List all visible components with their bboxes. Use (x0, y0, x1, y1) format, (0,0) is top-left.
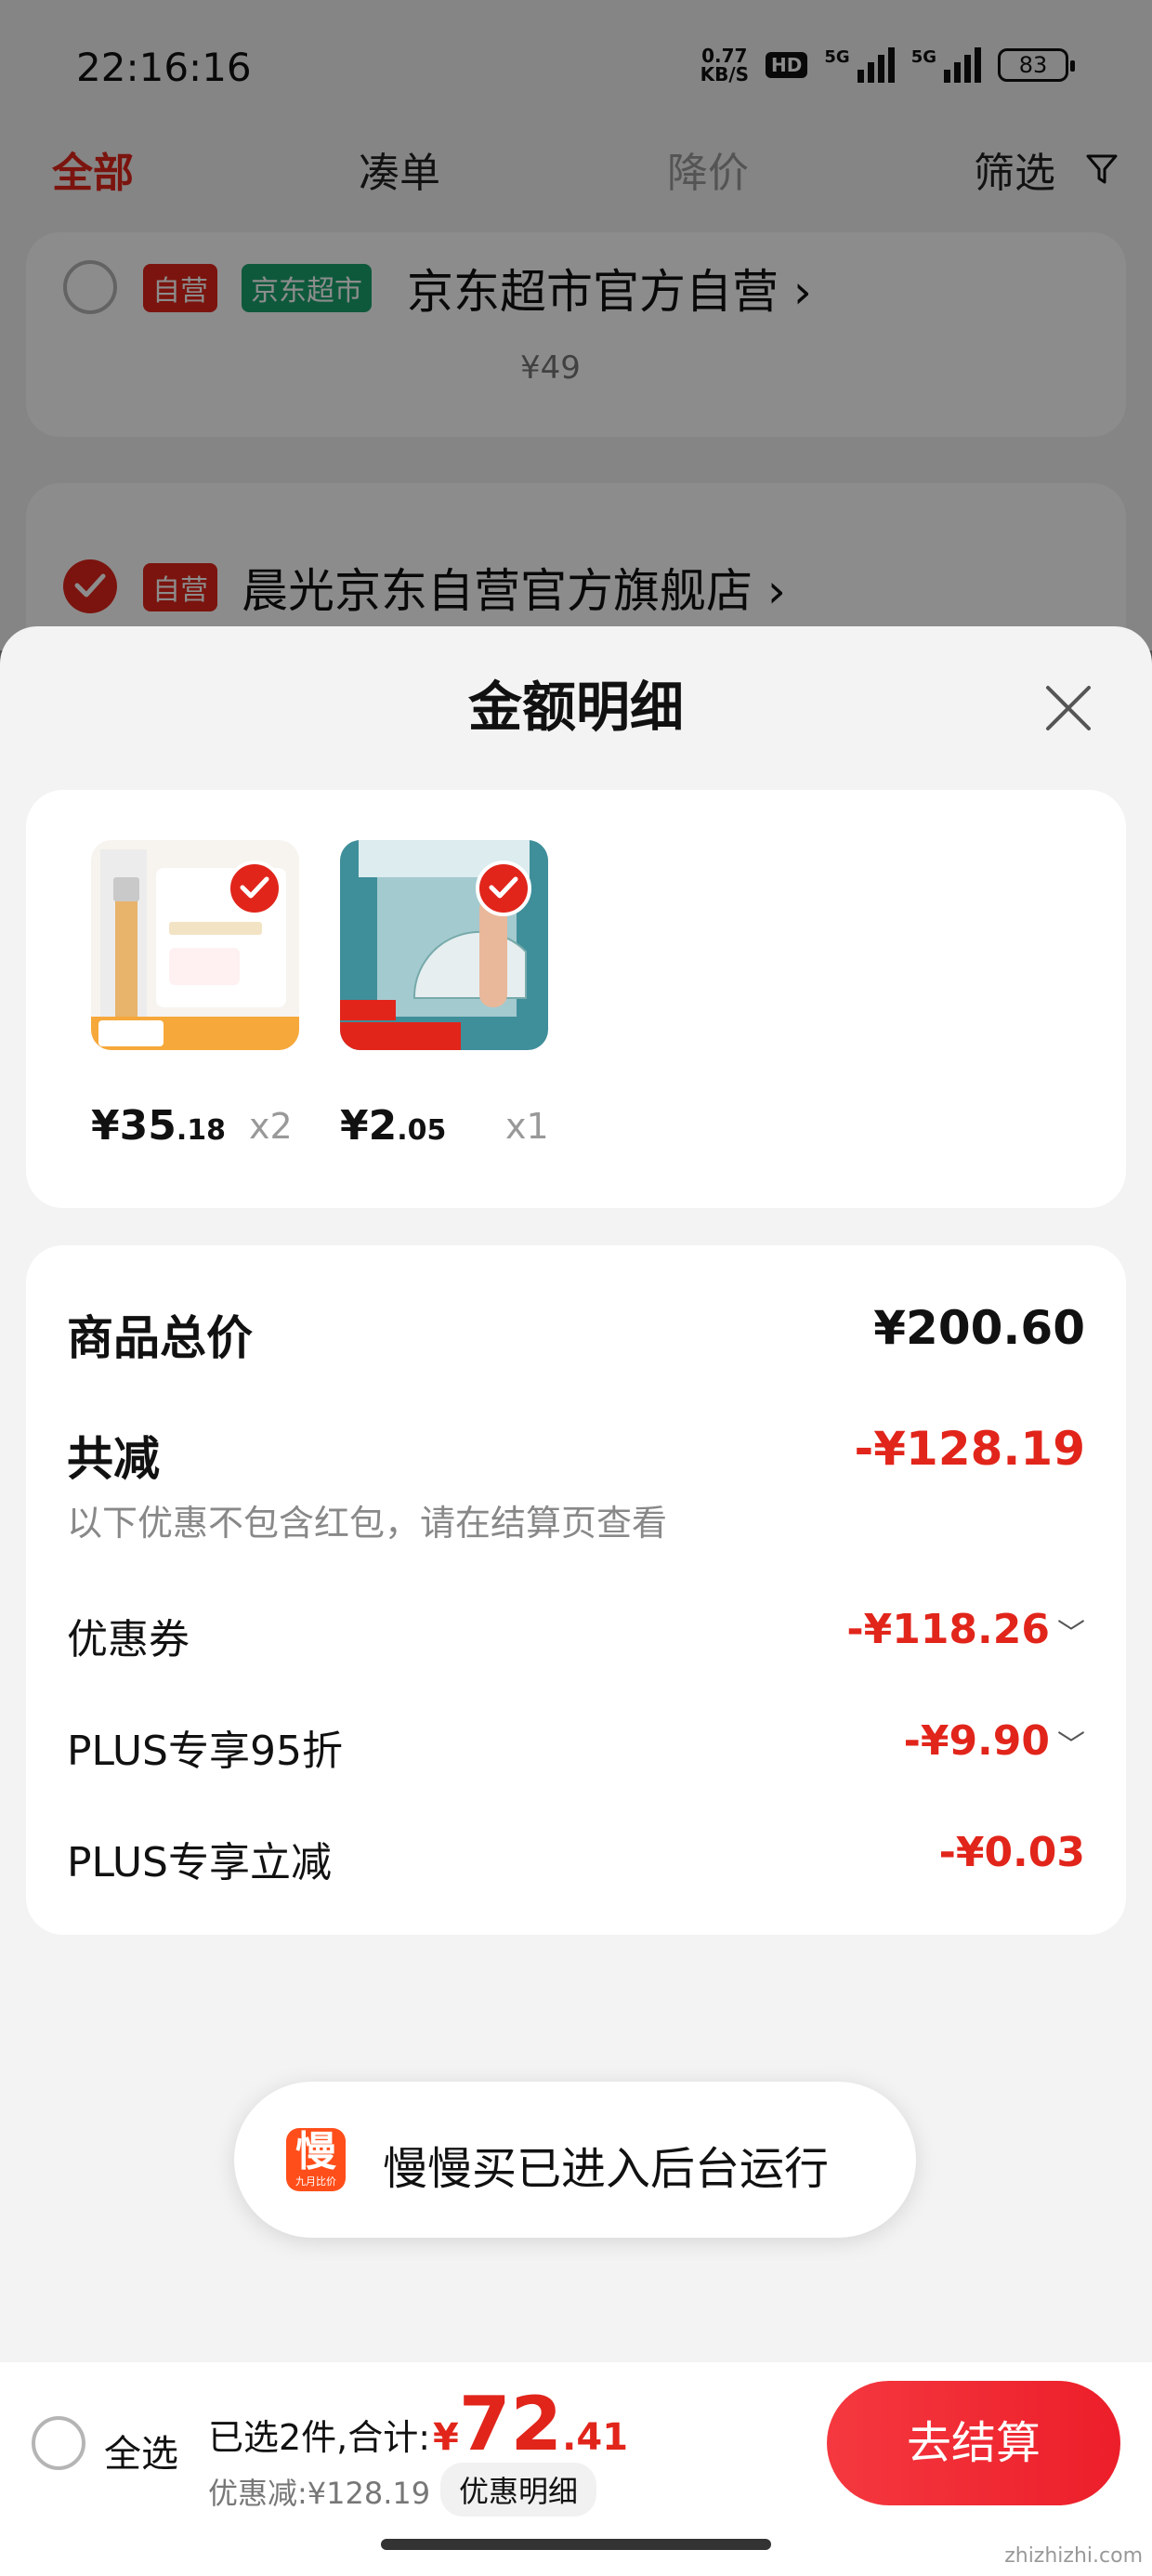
product-quantity: x1 (505, 1106, 549, 1147)
total-price-label: 商品总价 (67, 1311, 253, 1365)
product-thumbnail[interactable] (340, 840, 548, 1050)
total-reduction-label: 共减 (67, 1432, 160, 1486)
select-all-checkbox[interactable] (32, 2416, 85, 2470)
background-run-toast: 慢 九月比价 慢慢买已进入后台运行 (234, 2082, 916, 2238)
discount-detail-button[interactable]: 优惠明细 (440, 2463, 597, 2517)
selected-check-icon (227, 861, 282, 916)
selected-summary: 已选2件,合计: (208, 2417, 431, 2458)
total-price: ¥72.41 (433, 2381, 629, 2467)
product-thumbnail[interactable] (91, 840, 299, 1050)
manmanmai-logo-icon: 慢 九月比价 (286, 2128, 346, 2191)
selected-products: ¥35.18 x2 ¥2.05 x1 (26, 790, 1126, 1208)
selected-check-icon (476, 861, 531, 916)
product-price: ¥2.05 (340, 1102, 447, 1150)
home-indicator[interactable] (381, 2539, 771, 2550)
total-reduction-value: -¥128.19 (854, 1422, 1086, 1476)
cart-page: 22:16:16 0.77 KB/S HD 5G 5G 83 全部 凑单 降价 … (0, 0, 1152, 2576)
plus-cut-label: PLUS专享立减 (67, 1839, 332, 1886)
reduction-note: 以下优惠不包含红包，请在结算页查看 (67, 1503, 668, 1544)
plus-95-row-toggle[interactable]: -¥9.90 ﹀ (904, 1717, 1085, 1765)
coupon-value: -¥118.26 (846, 1606, 1050, 1653)
discount-summary: 优惠减:¥128.19 (208, 2476, 431, 2511)
toast-message: 慢慢买已进入后台运行 (383, 2143, 830, 2195)
coupon-label: 优惠券 (67, 1616, 190, 1663)
close-icon[interactable] (1042, 682, 1094, 734)
plus-cut-value: -¥0.03 (938, 1829, 1085, 1876)
checkout-bar: 全选 已选2件,合计: ¥72.41 优惠减:¥128.19 优惠明细 去结算 (0, 2362, 1152, 2576)
total-price-value: ¥200.60 (873, 1301, 1085, 1355)
chevron-down-icon: ﹀ (1057, 1618, 1085, 1650)
product-price: ¥35.18 (91, 1102, 227, 1150)
coupon-row-toggle[interactable]: -¥118.26 ﹀ (846, 1606, 1085, 1653)
amount-detail-sheet: 金额明细 ¥35.18 x2 ¥2.05 x1 商品总价 ¥200.60 共减 … (0, 626, 1152, 2576)
checkout-button[interactable]: 去结算 (827, 2381, 1120, 2505)
product-quantity: x2 (249, 1106, 293, 1147)
plus-95-label: PLUS专享95折 (67, 1728, 343, 1775)
chevron-down-icon: ﹀ (1057, 1729, 1085, 1762)
select-all-label[interactable]: 全选 (104, 2424, 178, 2477)
sheet-title: 金额明细 (467, 676, 684, 739)
plus-95-value: -¥9.90 (903, 1717, 1050, 1765)
watermark: zhizhizhi.com (1004, 2544, 1143, 2568)
price-breakdown: 商品总价 ¥200.60 共减 -¥128.19 以下优惠不包含红包，请在结算页… (26, 1245, 1126, 1935)
